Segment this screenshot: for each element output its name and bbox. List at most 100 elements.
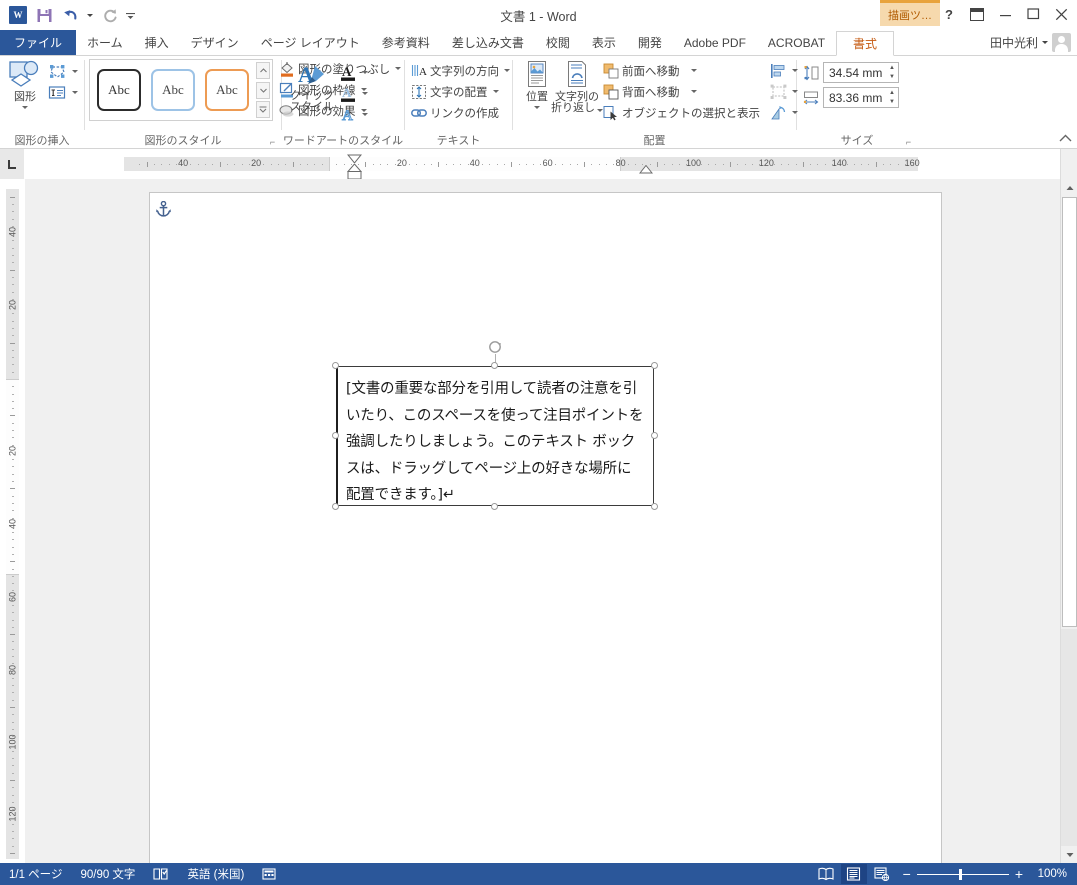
tab-page-layout[interactable]: ページ レイアウト [250,30,371,55]
shapes-button[interactable]: 図形 [4,58,46,111]
gallery-more-button[interactable] [256,101,270,118]
stepper-up-icon[interactable]: ▲ [886,89,898,98]
tab-home[interactable]: ホーム [76,30,134,55]
word-logo-icon[interactable]: W [6,3,30,27]
redo-icon[interactable] [98,3,122,27]
bring-forward-chevron-down-icon[interactable] [690,69,697,72]
undo-dropdown-icon[interactable] [84,3,96,27]
text-outline-button[interactable]: A [338,83,370,104]
tab-acrobat[interactable]: ACROBAT [757,30,836,55]
collapse-ribbon-button[interactable] [1059,134,1072,146]
send-backward-button[interactable]: 背面へ移動 [601,81,762,102]
read-mode-view-button[interactable] [813,864,839,884]
gallery-scroll-down-button[interactable] [256,81,270,99]
print-layout-view-button[interactable] [840,864,867,884]
text-outline-chevron-down-icon[interactable] [362,92,368,95]
zoom-track[interactable] [916,868,1009,880]
customize-qat-icon[interactable] [124,3,136,27]
stepper-down-icon[interactable]: ▼ [886,73,898,82]
resize-handle-s[interactable] [491,503,498,510]
stepper-up-icon[interactable]: ▲ [886,64,898,73]
page-indicator[interactable]: 1/1 ページ [0,863,71,885]
avatar[interactable] [1052,33,1071,52]
tab-developer[interactable]: 開発 [627,30,673,55]
macro-record-button[interactable] [253,863,286,885]
align-text-chevron-down-icon[interactable] [492,90,499,93]
zoom-in-button[interactable]: + [1015,866,1023,882]
wordart-dialog-launcher[interactable]: ⌐ [390,137,401,148]
shape-styles-dialog-launcher[interactable]: ⌐ [267,137,278,148]
close-icon[interactable] [1047,1,1075,27]
resize-handle-se[interactable] [651,503,658,510]
text-fill-chevron-down-icon[interactable] [362,71,368,74]
scrollbar-track[interactable] [1061,629,1077,846]
ribbon-display-options-icon[interactable] [963,1,991,27]
shapes-chevron-down-icon[interactable] [22,106,28,109]
create-link-button[interactable]: リンクの作成 [409,102,512,123]
wrap-text-button[interactable]: 文字列の 折り返し [551,58,603,117]
tab-file[interactable]: ファイル [0,30,77,55]
shape-width-stepper[interactable]: ▲ ▼ [886,89,898,107]
draw-textbox-chevron-down-icon[interactable] [72,91,78,94]
scroll-up-button[interactable] [1061,179,1077,196]
zoom-thumb[interactable] [958,868,962,880]
zoom-level[interactable]: 100% [1031,868,1073,880]
resize-handle-sw[interactable] [332,503,339,510]
size-dialog-launcher[interactable]: ⌐ [903,137,914,148]
scrollbar-thumb[interactable] [1062,197,1077,627]
selection-pane-button[interactable]: オブジェクトの選択と表示 [601,102,762,123]
document-page[interactable]: [文書の重要な部分を引用して読者の注意を引いたり、このスペースを使って注目ポイン… [149,192,942,863]
zoom-out-button[interactable]: − [903,866,911,882]
tab-mailings[interactable]: 差し込み文書 [441,30,535,55]
resize-handle-n[interactable] [491,362,498,369]
shape-style-gallery[interactable]: Abc Abc Abc [89,59,273,121]
rotation-handle[interactable] [488,340,502,354]
text-effects-chevron-down-icon[interactable] [362,113,368,116]
draw-textbox-button[interactable] [46,82,80,103]
text-fill-button[interactable]: A [338,62,370,83]
user-account-area[interactable]: 田中光利 [990,30,1071,55]
text-effects-button[interactable]: A [338,104,370,125]
right-indent-marker[interactable] [638,163,654,177]
vertical-scrollbar[interactable] [1060,179,1077,863]
wordart-quick-styles-button[interactable]: A クイック スタイル [286,60,338,116]
tab-design[interactable]: デザイン [180,30,250,55]
tab-stop-selector[interactable] [0,149,25,179]
tab-view[interactable]: 表示 [581,30,627,55]
textbox[interactable]: [文書の重要な部分を引用して読者の注意を引いたり、このスペースを使って注目ポイン… [336,366,654,506]
selected-textbox-wrapper[interactable]: [文書の重要な部分を引用して読者の注意を引いたり、このスペースを使って注目ポイン… [332,341,658,510]
shape-style-item[interactable]: Abc [97,69,141,111]
edit-shape-button[interactable] [46,61,80,82]
proofing-status-button[interactable] [144,863,178,885]
tab-references[interactable]: 参考資料 [371,30,441,55]
user-menu-chevron-down-icon[interactable] [1042,41,1048,44]
scroll-down-button[interactable] [1061,846,1077,863]
vertical-ruler[interactable]: 40 20 20 40 60 80 100 120 [0,179,25,863]
gallery-scroll-up-button[interactable] [256,62,270,79]
align-objects-button[interactable] [768,60,800,81]
resize-handle-w[interactable] [332,432,339,439]
align-text-button[interactable]: 文字の配置 [409,81,512,102]
restore-icon[interactable] [1019,1,1047,27]
tab-adobe-pdf[interactable]: Adobe PDF [673,30,757,55]
send-backward-chevron-down-icon[interactable] [690,90,697,93]
shape-style-item[interactable]: Abc [151,69,195,111]
document-canvas[interactable]: [文書の重要な部分を引用して読者の注意を引いたり、このスペースを使って注目ポイン… [25,179,1077,863]
tab-review[interactable]: 校閲 [535,30,581,55]
save-icon[interactable] [32,3,56,27]
minimize-icon[interactable] [991,1,1019,27]
resize-handle-nw[interactable] [332,362,339,369]
resize-handle-ne[interactable] [651,362,658,369]
stepper-down-icon[interactable]: ▼ [886,98,898,107]
text-direction-chevron-down-icon[interactable] [504,69,510,72]
tab-insert[interactable]: 挿入 [134,30,180,55]
bring-forward-button[interactable]: 前面へ移動 [601,60,762,81]
web-layout-view-button[interactable] [869,864,895,884]
group-objects-button[interactable] [768,81,800,102]
help-icon[interactable]: ? [935,1,963,27]
zoom-slider[interactable]: − + [897,866,1029,882]
edit-shape-chevron-down-icon[interactable] [72,70,78,73]
horizontal-ruler[interactable]: 40 20 20 40 60 80 100 120 140 160 [25,149,1060,180]
word-count[interactable]: 90/90 文字 [71,863,144,885]
shape-height-stepper[interactable]: ▲ ▼ [886,64,898,82]
